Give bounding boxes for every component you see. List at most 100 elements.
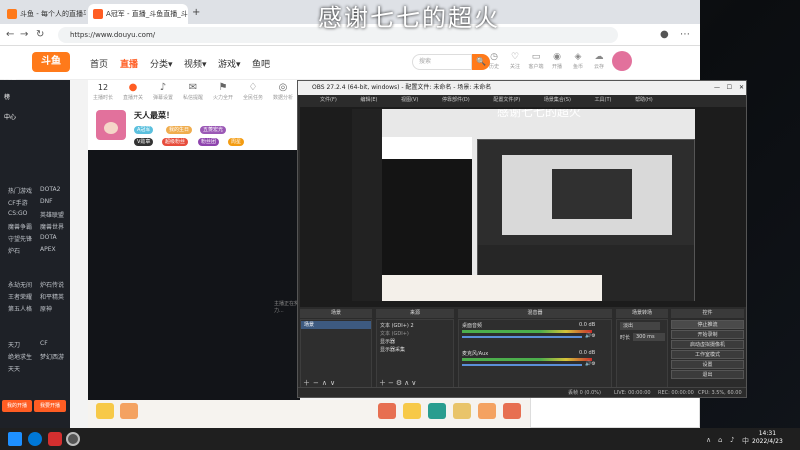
stat-item[interactable]: ⚑ 火力全开 — [208, 82, 238, 101]
nav-video[interactable]: 视频▾ — [184, 57, 207, 70]
exit-button[interactable]: 退出 — [671, 370, 744, 379]
client-icon[interactable]: ▭ 客户端 — [527, 52, 545, 70]
sidebar-item[interactable]: CF — [40, 340, 48, 347]
sidebar-item[interactable]: 永劫无间 — [8, 280, 32, 289]
app-icon[interactable] — [48, 432, 62, 446]
menu-docks[interactable]: 停靠部件(D) — [442, 95, 470, 105]
new-tab-icon[interactable]: + — [192, 7, 200, 19]
sidebar-item[interactable]: 炉石传说 — [40, 280, 64, 289]
gift-icon[interactable] — [120, 403, 138, 419]
sidebar-item[interactable]: DOTA — [40, 234, 57, 241]
menu-tools[interactable]: 工具(T) — [595, 95, 612, 105]
reload-icon[interactable]: ↻ — [36, 29, 44, 41]
duration-input[interactable]: 300 ms — [633, 333, 665, 341]
sidebar-item[interactable]: 魔兽争霸 — [8, 222, 32, 231]
source-text[interactable]: 文本 (GDI+) — [380, 330, 409, 337]
history-icon[interactable]: ◷ 历史 — [485, 52, 503, 70]
douyu-logo[interactable]: 斗鱼 — [32, 52, 70, 72]
stat-item[interactable]: ♪ 弹幕设置 — [148, 82, 178, 101]
sidebar-item[interactable]: 第五人格 — [8, 304, 32, 313]
sidebar-item[interactable]: 榜 — [4, 92, 10, 101]
video-player[interactable]: 主播正在努力... — [88, 150, 300, 400]
start-recording-button[interactable]: 开始录制 — [671, 330, 744, 339]
sidebar-item[interactable]: 和平精英 — [40, 292, 64, 301]
sidebar-item[interactable]: 绝地求生 — [8, 352, 32, 361]
transition-select[interactable]: 淡出 — [620, 322, 660, 330]
sidebar-item[interactable]: 天刀 — [8, 340, 20, 349]
obs-taskbar-icon[interactable] — [66, 432, 80, 446]
tab-live-room[interactable]: A冠军 - 直播_斗鱼直播_斗鱼 — [88, 4, 188, 24]
sidebar-item[interactable]: 原神 — [40, 304, 52, 313]
menu-edit[interactable]: 编辑(E) — [360, 95, 377, 105]
nav-home[interactable]: 首页 — [90, 57, 108, 70]
sidebar-item[interactable]: DOTA2 — [40, 186, 60, 193]
ime-icon[interactable]: 中 — [742, 436, 749, 446]
menu-scene-collection[interactable]: 场景集合(S) — [544, 95, 571, 105]
stat-item[interactable]: ◎ 数据分析 — [268, 82, 298, 101]
stop-stream-button[interactable]: 停止推流 — [671, 320, 744, 329]
gift-icon[interactable] — [428, 403, 446, 419]
my-stream-button[interactable]: 我的开播 — [2, 400, 32, 412]
sidebar-item[interactable]: 热门游戏 — [8, 186, 32, 195]
gift-icon[interactable] — [478, 403, 496, 419]
gift-icon[interactable] — [503, 403, 521, 419]
windows-start-icon[interactable] — [8, 432, 22, 446]
studio-mode-button[interactable]: 工作室模式 — [671, 350, 744, 359]
gift-icon[interactable] — [378, 403, 396, 419]
scene-item[interactable]: 场景 — [301, 321, 371, 329]
nav-fishbar[interactable]: 鱼吧 — [252, 57, 270, 70]
sidebar-item[interactable]: 中心 — [4, 112, 16, 121]
speaker-icon[interactable]: 🔊⚙ — [585, 333, 596, 339]
broadcast-icon[interactable]: ◉ 开播 — [548, 52, 566, 70]
user-avatar[interactable] — [612, 51, 632, 71]
coin-icon[interactable]: ◈ 鱼币 — [569, 52, 587, 70]
close-icon[interactable]: ✕ — [739, 81, 744, 95]
maximize-icon[interactable]: ☐ — [727, 81, 732, 95]
menu-profile[interactable]: 配置文件(P) — [493, 95, 520, 105]
nav-live[interactable]: 直播 — [120, 57, 138, 70]
profile-icon[interactable]: ● — [660, 29, 669, 41]
stat-item[interactable]: 12 主播时长 — [88, 82, 118, 101]
sidebar-item[interactable]: 英雄联盟 — [40, 210, 64, 219]
settings-button[interactable]: 设置 — [671, 360, 744, 369]
nav-category[interactable]: 分类▾ — [150, 57, 173, 70]
sidebar-item[interactable]: 天天 — [8, 364, 20, 373]
menu-view[interactable]: 视图(V) — [401, 95, 418, 105]
sidebar-item[interactable]: CF手游 — [8, 198, 28, 207]
sidebar-item[interactable]: 炉石 — [8, 246, 20, 255]
sidebar-item[interactable]: APEX — [40, 246, 56, 253]
follow-icon[interactable]: ♡ 关注 — [506, 52, 524, 70]
tray-arrow-icon[interactable]: ∧ — [706, 436, 711, 444]
search-input[interactable]: 搜索 — [412, 54, 472, 70]
chat-input-panel[interactable] — [530, 396, 700, 428]
edge-icon[interactable] — [28, 432, 42, 446]
volume-slider[interactable] — [462, 336, 582, 338]
nav-games[interactable]: 游戏▾ — [218, 57, 241, 70]
start-stream-button[interactable]: 我要开播 — [34, 400, 66, 412]
menu-icon[interactable]: ⋯ — [680, 29, 690, 41]
sidebar-item[interactable]: 魔兽世界 — [40, 222, 64, 231]
streamer-avatar[interactable] — [96, 110, 126, 140]
stat-item[interactable]: ✉ 私信提醒 — [178, 82, 208, 101]
network-icon[interactable]: ⌂ — [718, 436, 722, 444]
volume-slider[interactable] — [462, 364, 582, 366]
sidebar-item[interactable]: 王者荣耀 — [8, 292, 32, 301]
forward-icon[interactable]: → — [20, 29, 28, 41]
sidebar-item[interactable]: 梦幻西游 — [40, 352, 64, 361]
minimize-icon[interactable]: — — [714, 81, 720, 95]
speaker-icon[interactable]: 🔊⚙ — [585, 361, 596, 367]
stat-item[interactable]: ● 直播开关 — [118, 82, 148, 101]
obs-preview[interactable]: 感谢七七的超火 — [300, 107, 746, 307]
tab-douyu-home[interactable]: 斗鱼 - 每个人的直播平台 — [2, 4, 86, 24]
volume-icon[interactable]: ♪ — [730, 436, 734, 444]
gift-icon[interactable] — [453, 403, 471, 419]
back-icon[interactable]: ← — [6, 29, 14, 41]
gift-icon[interactable] — [403, 403, 421, 419]
gift-icon[interactable] — [96, 403, 114, 419]
sidebar-item[interactable]: 守望先锋 — [8, 234, 32, 243]
source-text2[interactable]: 文本 (GDI+) 2 — [380, 322, 414, 329]
source-display-capture[interactable]: 显示器采集 — [380, 346, 405, 353]
sidebar-item[interactable]: DNF — [40, 198, 53, 205]
menu-help[interactable]: 帮助(H) — [635, 95, 653, 105]
source-display[interactable]: 显示器 — [380, 338, 395, 345]
